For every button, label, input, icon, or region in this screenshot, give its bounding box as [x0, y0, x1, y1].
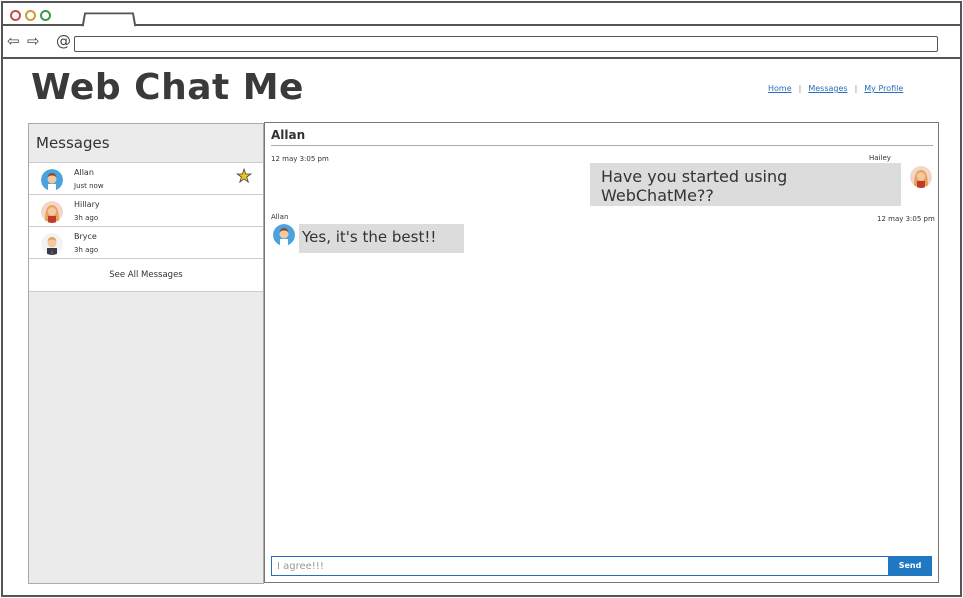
conversation-item-allan[interactable]: Allan Just now ★: [29, 162, 263, 194]
nav-separator: |: [798, 84, 802, 93]
message-timestamp: 12 may 3:05 pm: [271, 155, 329, 163]
chat-title: Allan: [271, 128, 306, 142]
minimize-window-icon[interactable]: [25, 10, 36, 21]
message-timestamp: 12 may 3:05 pm: [877, 215, 935, 223]
chat-pane: Allan 12 may 3:05 pm Hailey Have you sta…: [264, 122, 939, 583]
browser-tab[interactable]: [81, 12, 137, 27]
message-sender: Allan: [271, 213, 289, 221]
top-navigation: Home | Messages | My Profile: [768, 84, 903, 93]
message-bubble-incoming: Yes, it's the best!!: [299, 224, 464, 253]
avatar-icon: [41, 233, 63, 255]
nav-separator: |: [854, 84, 858, 93]
conversation-name: Allan: [74, 168, 94, 177]
conversation-name: Bryce: [74, 232, 97, 241]
conversation-item-bryce[interactable]: Bryce 3h ago: [29, 226, 263, 258]
conversation-item-hillary[interactable]: Hillary 3h ago: [29, 194, 263, 226]
see-all-messages-button[interactable]: See All Messages: [29, 258, 263, 292]
chat-divider: [271, 145, 933, 146]
conversation-time: 3h ago: [74, 214, 99, 222]
message-bubble-outgoing: Have you started using WebChatMe??: [590, 163, 901, 206]
avatar-icon: [41, 169, 63, 191]
app-title: Web Chat Me: [31, 67, 304, 108]
message-input[interactable]: [271, 556, 895, 576]
nav-link-my-profile[interactable]: My Profile: [864, 84, 903, 93]
browser-window: ⇦ ⇨ @ Web Chat Me Home | Messages | My Profi…: [1, 1, 962, 597]
browser-tab-bar: [3, 3, 960, 27]
reload-icon[interactable]: @: [56, 34, 71, 49]
maximize-window-icon[interactable]: [40, 10, 51, 21]
url-input[interactable]: [74, 36, 938, 52]
conversation-name: Hillary: [74, 200, 100, 209]
star-icon[interactable]: ★: [236, 167, 253, 186]
close-window-icon[interactable]: [10, 10, 21, 21]
avatar-icon: [910, 166, 932, 188]
sidebar-title: Messages: [36, 134, 110, 152]
message-sender: Hailey: [869, 154, 891, 162]
arrow-left-icon[interactable]: ⇦: [7, 34, 20, 49]
browser-address-bar: ⇦ ⇨ @: [3, 26, 960, 59]
arrow-right-icon[interactable]: ⇨: [27, 34, 40, 49]
conversation-list: Allan Just now ★ Hillary 3h ago Bryce 3h…: [29, 162, 263, 292]
messages-sidebar: Messages Allan Just now ★ Hillary 3h ago…: [28, 123, 264, 584]
avatar-icon: [273, 224, 295, 246]
send-button[interactable]: Send: [888, 556, 932, 576]
avatar-icon: [41, 201, 63, 223]
nav-link-home[interactable]: Home: [768, 84, 792, 93]
nav-link-messages[interactable]: Messages: [808, 84, 847, 93]
conversation-time: Just now: [74, 182, 104, 190]
conversation-time: 3h ago: [74, 246, 99, 254]
